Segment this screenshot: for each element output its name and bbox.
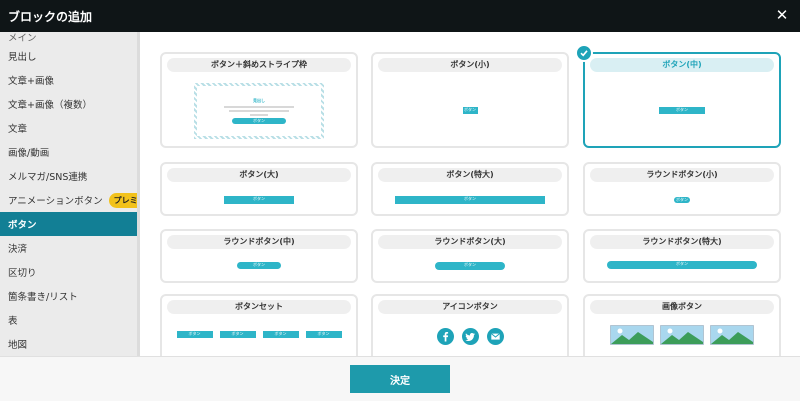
sidebar-item-divider[interactable]: 区切り — [0, 260, 140, 284]
card-title: ボタン(特大) — [378, 168, 562, 182]
facebook-icon — [436, 327, 454, 345]
card-title: ラウンドボタン(大) — [378, 235, 562, 249]
card-preview: 見出し ボタン — [162, 80, 356, 142]
close-icon[interactable]: ✕ — [773, 6, 791, 24]
card-title: ラウンドボタン(特大) — [590, 235, 774, 249]
sidebar-item-newsletter-sns[interactable]: メルマガ/SNS連携 — [0, 164, 140, 188]
block-card-button-small[interactable]: ボタン(小) ボタン — [371, 52, 569, 148]
landscape-image-icon — [660, 325, 704, 345]
block-card-icon-button[interactable]: アイコンボタン — [371, 294, 569, 356]
sidebar-item-label: 表 — [8, 316, 18, 327]
sidebar-item-label: 地図 — [8, 340, 28, 351]
sidebar-item-list[interactable]: 箇条書き/リスト — [0, 284, 140, 308]
preview-button: ボタン — [462, 106, 478, 114]
sidebar-item-image-video[interactable]: 画像/動画 — [0, 140, 140, 164]
sidebar-item-label: 文章 — [8, 124, 28, 135]
card-title: 画像ボタン — [590, 300, 774, 314]
sidebar-item-label: メルマガ/SNS連携 — [8, 172, 88, 183]
block-card-round-button-xlarge[interactable]: ラウンドボタン(特大) ボタン — [583, 229, 781, 283]
block-card-button-set[interactable]: ボタンセット ボタン ボタン ボタン ボタン — [160, 294, 358, 356]
block-card-round-button-small[interactable]: ラウンドボタン(小) ボタン — [583, 162, 781, 216]
preview-button: ボタン — [219, 330, 256, 338]
checkmark-icon — [575, 44, 593, 62]
preview-button: ボタン — [237, 261, 281, 269]
card-title: ボタン(小) — [378, 58, 562, 72]
sidebar-item-text-image-multi[interactable]: 文章+画像（複数） — [0, 92, 140, 116]
category-sidebar: メイン 見出し 文章+画像 文章+画像（複数） 文章 画像/動画 メルマガ/SN… — [0, 32, 140, 356]
stripe-preview-heading: 見出し — [253, 98, 265, 103]
sidebar-item-label: ボタン — [8, 220, 37, 231]
sidebar-item-label: 文章+画像 — [8, 76, 54, 87]
card-title: ラウンドボタン(中) — [167, 235, 351, 249]
twitter-icon — [461, 327, 479, 345]
preview-button: ボタン — [674, 197, 690, 203]
landscape-image-icon — [610, 325, 654, 345]
sidebar-item-label: メイン — [8, 33, 37, 44]
sidebar-item-heading[interactable]: 見出し — [0, 44, 140, 68]
card-title: ボタンセット — [167, 300, 351, 314]
mail-icon — [486, 327, 504, 345]
preview-button: ボタン — [435, 262, 505, 270]
sidebar-item-label: 見出し — [8, 52, 37, 63]
landscape-image-icon — [710, 325, 754, 345]
block-card-round-button-medium[interactable]: ラウンドボタン(中) ボタン — [160, 229, 358, 283]
sidebar-item-text[interactable]: 文章 — [0, 116, 140, 140]
block-card-image-button[interactable]: 画像ボタン — [583, 294, 781, 356]
block-card-round-button-large[interactable]: ラウンドボタン(大) ボタン — [371, 229, 569, 283]
sidebar-item-label: 区切り — [8, 268, 37, 279]
block-card-button-medium[interactable]: ボタン(中) ボタン — [575, 44, 781, 148]
preview-button: ボタン — [305, 330, 342, 338]
card-title: ボタン(大) — [167, 168, 351, 182]
block-card-button-stripe-frame[interactable]: ボタン＋斜めストライプ枠 見出し ボタン — [160, 52, 358, 148]
sidebar-item-label: アニメーションボタン — [8, 196, 103, 207]
confirm-button[interactable]: 決定 — [350, 365, 450, 393]
dialog-title: ブロックの追加 — [8, 9, 93, 24]
premium-badge: プレミアム — [108, 192, 140, 208]
block-grid: ボタン＋斜めストライプ枠 見出し ボタン ボタン(小) ボタン ボタン(中) ボ… — [140, 32, 800, 356]
dialog-footer: 決定 — [0, 356, 800, 401]
sidebar-item-label: 箇条書き/リスト — [8, 292, 78, 303]
sidebar-item-label: 決済 — [8, 244, 28, 255]
card-title: ボタン(中) — [590, 58, 774, 72]
preview-button: ボタン — [176, 330, 213, 338]
card-title: アイコンボタン — [378, 300, 562, 314]
sidebar-item-table[interactable]: 表 — [0, 308, 140, 332]
sidebar-item-button[interactable]: ボタン — [0, 212, 140, 236]
stripe-frame-preview: 見出し ボタン — [194, 83, 324, 139]
stripe-preview-button: ボタン — [232, 118, 286, 124]
sidebar-item-animation-button[interactable]: アニメーションボタン プレミアム — [0, 188, 140, 212]
sidebar-item-map[interactable]: 地図 — [0, 332, 140, 356]
preview-button: ボタン — [262, 330, 299, 338]
preview-button: ボタン — [607, 261, 757, 269]
preview-button: ボタン — [224, 196, 294, 204]
sidebar-item-main[interactable]: メイン — [0, 32, 140, 44]
block-card-button-xlarge[interactable]: ボタン(特大) ボタン — [371, 162, 569, 216]
block-card-button-large[interactable]: ボタン(大) ボタン — [160, 162, 358, 216]
preview-button: ボタン — [659, 106, 705, 114]
preview-button: ボタン — [395, 196, 545, 204]
sidebar-item-label: 画像/動画 — [8, 148, 50, 159]
card-title: ラウンドボタン(小) — [590, 168, 774, 182]
dialog-titlebar: ブロックの追加 ✕ — [0, 0, 800, 32]
sidebar-item-text-image[interactable]: 文章+画像 — [0, 68, 140, 92]
sidebar-item-payment[interactable]: 決済 — [0, 236, 140, 260]
card-title: ボタン＋斜めストライプ枠 — [167, 58, 351, 72]
sidebar-item-label: 文章+画像（複数） — [8, 100, 92, 111]
